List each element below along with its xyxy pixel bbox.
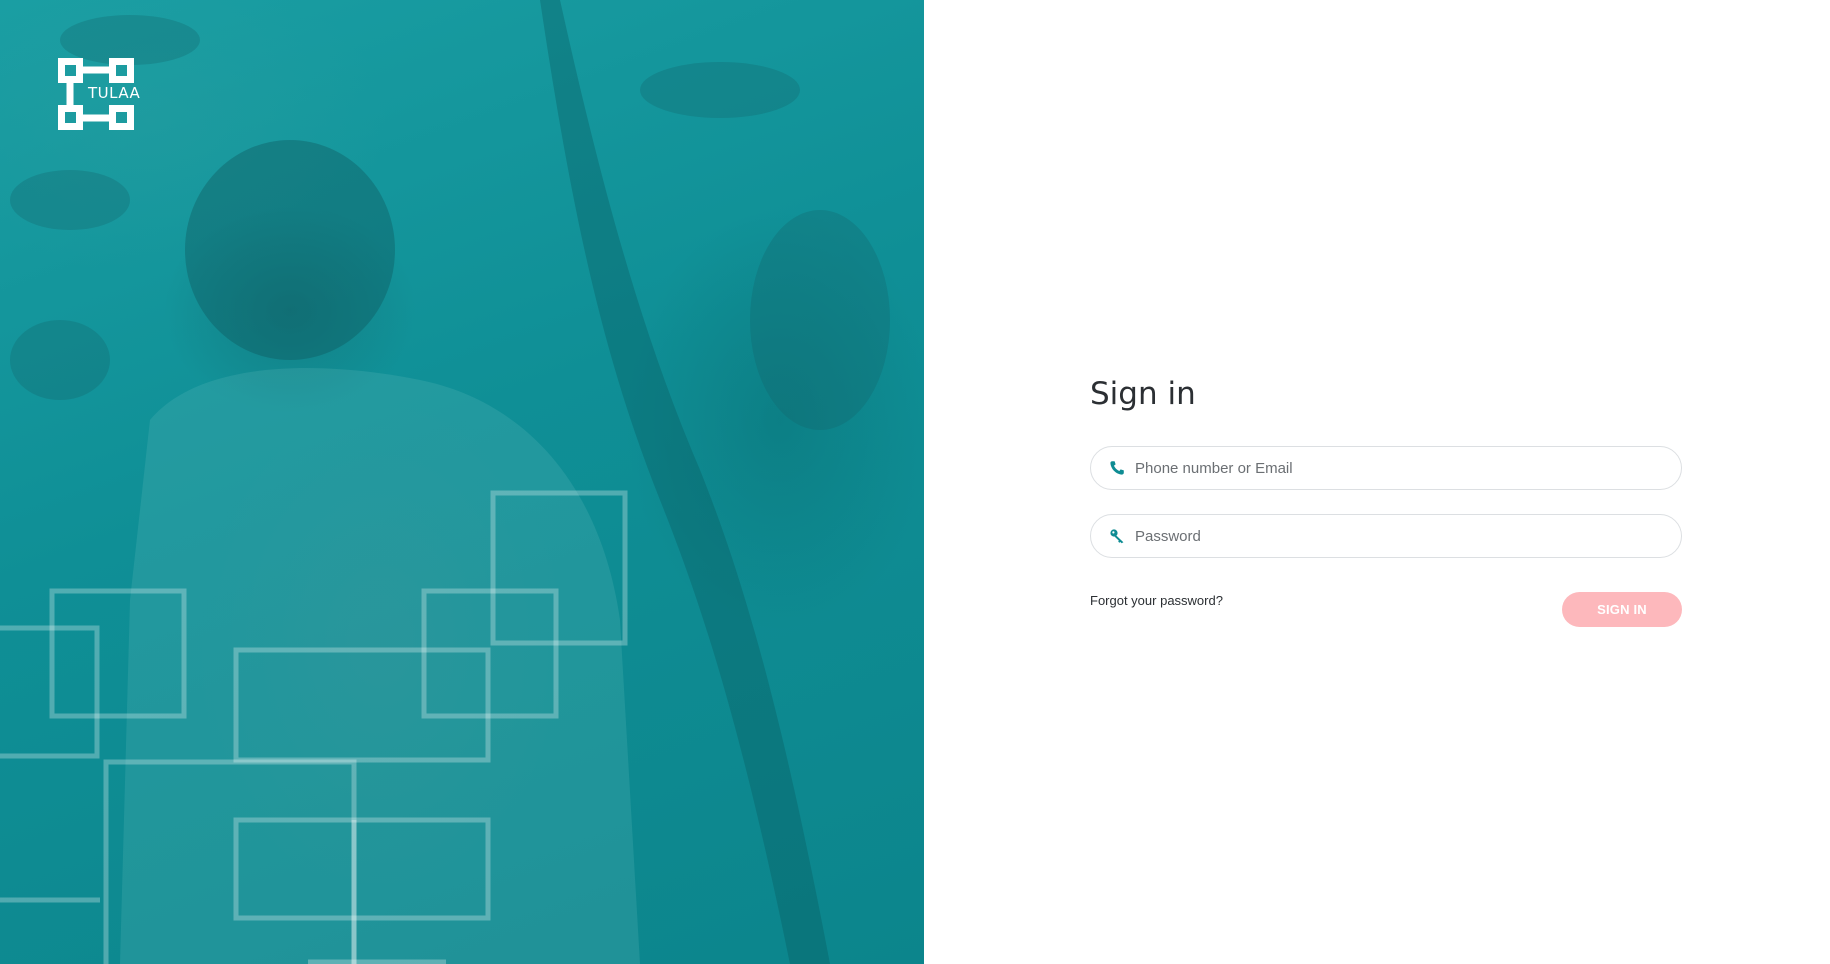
sign-in-button[interactable]: SIGN IN bbox=[1562, 592, 1682, 627]
hero-decoration bbox=[0, 0, 890, 964]
password-input[interactable] bbox=[1135, 515, 1655, 557]
hero-image-panel: TULAA bbox=[0, 0, 924, 964]
identifier-field[interactable] bbox=[1090, 446, 1682, 490]
brand-name: TULAA bbox=[88, 84, 141, 102]
page-title: Sign in bbox=[1090, 376, 1196, 412]
sign-in-form: Sign in Forgot your password? SIGN IN bbox=[1090, 376, 1682, 628]
key-icon bbox=[1110, 529, 1124, 544]
forgot-password-link[interactable]: Forgot your password? bbox=[1090, 593, 1223, 608]
phone-icon bbox=[1110, 461, 1124, 475]
password-field[interactable] bbox=[1090, 514, 1682, 558]
identifier-input[interactable] bbox=[1135, 447, 1655, 489]
form-actions: Forgot your password? SIGN IN bbox=[1090, 592, 1682, 628]
